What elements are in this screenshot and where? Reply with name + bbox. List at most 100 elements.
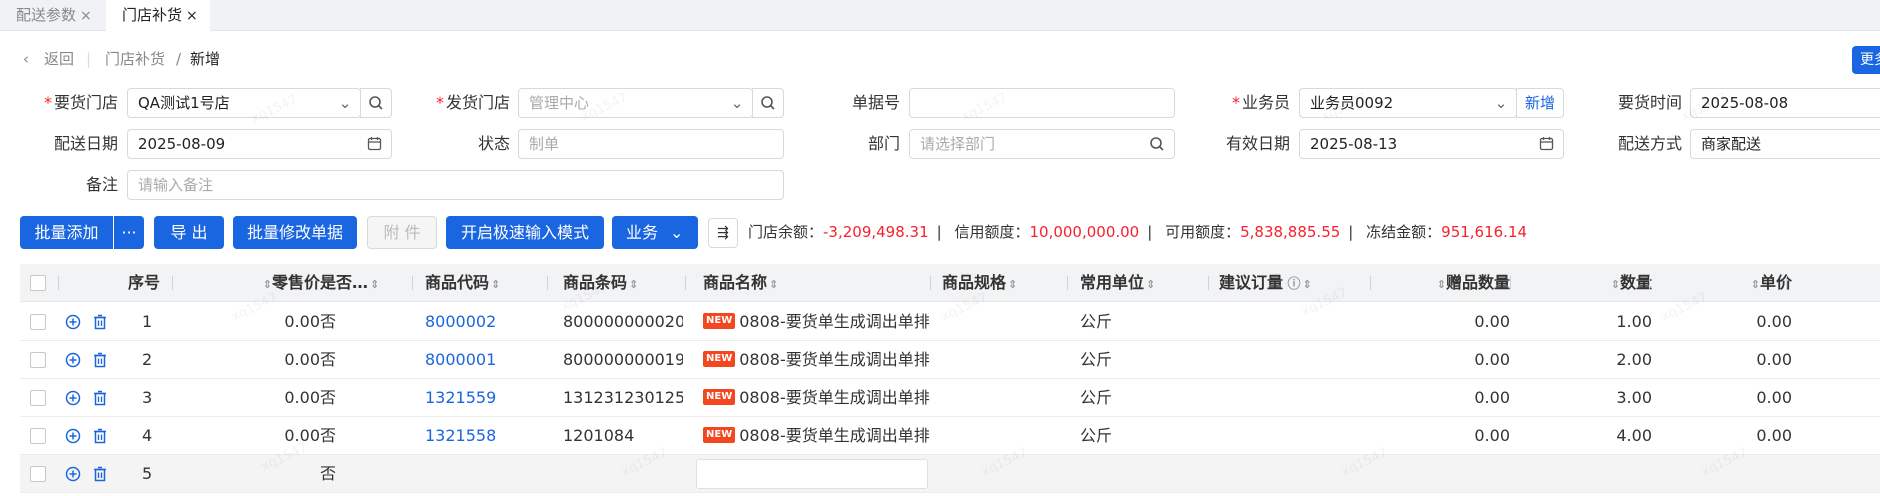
valid-date-field[interactable]: 2025-08-13: [1299, 129, 1564, 159]
valid-date-label: 有效日期: [1225, 134, 1290, 153]
store-label: * 要货门店: [43, 93, 118, 112]
delete-row-icon[interactable]: [92, 303, 108, 341]
table-row[interactable]: 5否: [20, 455, 1880, 493]
chevron-down-icon: ⌄: [670, 223, 684, 242]
row-checkbox[interactable]: [30, 390, 46, 406]
delivery-date-label: 配送日期: [53, 134, 118, 153]
chevron-left-icon[interactable]: ‹: [23, 48, 29, 70]
header-spec[interactable]: 商品规格 ⇕: [942, 264, 1032, 302]
breadcrumb-sep: /: [176, 50, 182, 68]
row-gift-qty[interactable]: 0.00: [1400, 379, 1510, 417]
tab-label: 配送参数: [16, 6, 77, 24]
more-button[interactable]: 更多: [1852, 46, 1880, 74]
add-row-icon[interactable]: [65, 455, 81, 493]
row-seq: 1: [142, 312, 153, 331]
row-code[interactable]: 8000001: [425, 341, 535, 379]
header-unit[interactable]: 常用单位 ⇕: [1080, 264, 1170, 302]
store-select[interactable]: QA测试1号店 ⌄: [127, 88, 361, 118]
row-qty[interactable]: 1.00: [1580, 303, 1652, 341]
row-code[interactable]: 8000002: [425, 303, 535, 341]
select-all-checkbox[interactable]: [30, 275, 46, 291]
doc-no-field[interactable]: [909, 88, 1175, 118]
row-checkbox[interactable]: [30, 428, 46, 444]
back-link[interactable]: 返回: [44, 48, 74, 70]
delete-row-icon[interactable]: [92, 379, 108, 417]
row-gift-qty[interactable]: 0.00: [1400, 303, 1510, 341]
tab-store-replenish[interactable]: 门店补货 ×: [106, 0, 210, 32]
batch-add-button[interactable]: 批量添加: [20, 216, 113, 249]
row-code[interactable]: 1321558: [425, 417, 535, 455]
header-suggest[interactable]: 建议订量 ⓘ ⇕: [1219, 264, 1339, 302]
row-name: NEW 0808-要货单生成调出单排: [703, 303, 945, 341]
column-settings-icon[interactable]: ⇶: [708, 218, 738, 248]
header-name[interactable]: 商品名称 ⇕: [703, 264, 803, 302]
business-dropdown[interactable]: 业务 ⌄: [612, 216, 698, 249]
row-qty[interactable]: 2.00: [1580, 341, 1652, 379]
add-row-icon[interactable]: [65, 303, 81, 341]
delivery-method-select[interactable]: 商家配送: [1690, 129, 1880, 159]
clerk-label: * 业务员: [1231, 93, 1290, 112]
header-barcode[interactable]: 商品条码 ⇕: [563, 264, 653, 302]
order-time-field[interactable]: 2025-08-08: [1690, 88, 1880, 118]
more-dots-button[interactable]: ···: [114, 216, 144, 249]
batch-edit-button[interactable]: 批量修改单据: [233, 216, 357, 249]
account-summary: 门店余额：-3,209,498.31 | 信用额度：10,000,000.00 | …: [748, 223, 1528, 241]
add-row-icon[interactable]: [65, 417, 81, 455]
row-qty[interactable]: 4.00: [1580, 417, 1652, 455]
delete-row-icon[interactable]: [92, 455, 108, 493]
tab-delivery-params[interactable]: 配送参数 ×: [0, 0, 98, 31]
search-icon: [369, 96, 383, 110]
table-row[interactable]: 1 0.00 否 8000002 800000000020 NEW 0808-要货单生成调出…: [20, 303, 1880, 341]
header-gift-qty[interactable]: ⇕赠品数量: [1400, 264, 1510, 302]
row-checkbox[interactable]: [30, 352, 46, 368]
frozen-value: 951,616.14: [1441, 223, 1528, 241]
clerk-select[interactable]: 业务员0092 ⌄: [1299, 88, 1517, 118]
add-row-icon[interactable]: [65, 379, 81, 417]
add-clerk-button[interactable]: 新增: [1516, 88, 1564, 118]
chevron-down-icon: ⌄: [338, 94, 352, 112]
export-button[interactable]: 导 出: [154, 216, 224, 249]
breadcrumb-current: 新增: [190, 50, 221, 68]
table-row[interactable]: 3 0.00 否 1321559 131231230125 NEW 0808-要货单生成调出…: [20, 379, 1880, 417]
table-row[interactable]: 2 0.00 否 8000001 800000000019 NEW 0808-要货单生成调出…: [20, 341, 1880, 379]
header-price[interactable]: ⇕单价: [1720, 264, 1792, 302]
close-icon[interactable]: ×: [186, 8, 198, 24]
row-checkbox[interactable]: [30, 466, 46, 482]
remark-field[interactable]: 请输入备注: [127, 170, 784, 200]
row-qty[interactable]: 3.00: [1580, 379, 1652, 417]
row-barcode: 131231230125: [563, 388, 683, 407]
row-gift-qty[interactable]: 0.00: [1400, 341, 1510, 379]
row-gift-qty[interactable]: 0.00: [1400, 417, 1510, 455]
row-retail-price: [238, 455, 320, 493]
breadcrumb-parent[interactable]: 门店补货: [105, 48, 165, 70]
dept-select[interactable]: 请选择部门: [909, 129, 1175, 159]
fast-input-button[interactable]: 开启极速输入模式: [446, 216, 604, 249]
add-row-icon[interactable]: [65, 341, 81, 379]
product-name-input[interactable]: [696, 459, 928, 489]
table-row[interactable]: 4 0.00 否 1321558 1201084 NEW 0808-要货单生成调出单排 公斤 0…: [20, 417, 1880, 455]
delete-row-icon[interactable]: [92, 341, 108, 379]
row-checkbox[interactable]: [30, 314, 46, 330]
header-code[interactable]: 商品代码 ⇕: [425, 264, 515, 302]
row-barcode: 1201084: [563, 426, 635, 445]
frozen-label: 冻结金额：: [1366, 223, 1442, 241]
credit-value: 10,000,000.00: [1029, 223, 1140, 241]
delete-row-icon[interactable]: [92, 417, 108, 455]
header-retail-price[interactable]: ⇕零售价: [238, 264, 320, 302]
row-price[interactable]: 0.00: [1720, 341, 1792, 379]
row-unit: 公斤: [1080, 350, 1113, 369]
delivery-date-field[interactable]: 2025-08-09: [127, 129, 392, 159]
row-is-flag: 否: [320, 312, 337, 331]
row-code[interactable]: 1321559: [425, 379, 535, 417]
credit-label: 信用额度：: [954, 223, 1030, 241]
row-price[interactable]: 0.00: [1720, 417, 1792, 455]
header-is-flag[interactable]: 是否… ⇕: [320, 264, 400, 302]
store-search-button[interactable]: [360, 88, 392, 118]
row-retail-price: 0.00: [284, 312, 320, 331]
row-price[interactable]: 0.00: [1720, 303, 1792, 341]
ship-store-search-button[interactable]: [752, 88, 784, 118]
header-qty[interactable]: ⇕数量: [1580, 264, 1652, 302]
row-price[interactable]: 0.00: [1720, 379, 1792, 417]
close-icon[interactable]: ×: [80, 8, 92, 24]
ship-store-select[interactable]: 管理中心 ⌄: [518, 88, 753, 118]
